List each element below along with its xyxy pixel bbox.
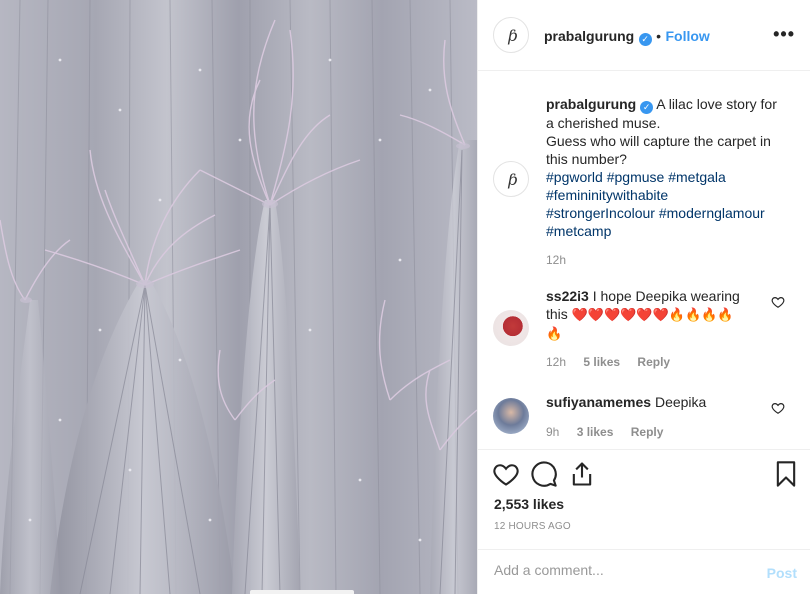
post-header: ƥ prabalgurung ✓ • Follow ••• <box>478 0 810 71</box>
comment-meta: 9h 3 likes Reply <box>546 425 663 439</box>
caption-text: Guess who will capture the carpet in <box>546 133 771 149</box>
comment-meta: 12h 5 likes Reply <box>546 355 670 369</box>
heart-icon[interactable] <box>492 460 520 488</box>
comment-like-heart-icon[interactable] <box>771 295 785 309</box>
caption-text: a cherished muse. <box>546 115 661 131</box>
comment-composer: Post <box>478 549 810 594</box>
tulle-gown-photo <box>0 0 477 594</box>
post-image[interactable] <box>0 0 477 594</box>
header-separator: • <box>656 28 662 44</box>
caption-time[interactable]: 12h <box>546 253 566 267</box>
pg-logo-icon: ƥ <box>507 169 517 189</box>
author-avatar[interactable]: ƥ <box>493 17 529 53</box>
comment-time[interactable]: 9h <box>546 425 559 439</box>
comment-text: I hope Deepika wearing <box>592 288 740 304</box>
hashtag-link[interactable]: #pgmuse <box>607 169 665 185</box>
add-comment-input[interactable] <box>494 562 744 578</box>
reply-button[interactable]: Reply <box>631 425 664 439</box>
comment-username[interactable]: sufiyanamemes <box>546 394 651 410</box>
comment-time[interactable]: 12h <box>546 355 566 369</box>
comment-icon[interactable] <box>530 460 558 488</box>
header-username[interactable]: prabalgurung <box>544 28 634 44</box>
hashtag-link[interactable]: #metgala <box>668 169 726 185</box>
share-icon[interactable] <box>568 460 596 488</box>
caption-avatar[interactable]: ƥ <box>493 161 529 197</box>
post-comment-button[interactable]: Post <box>767 565 797 581</box>
caption-text: this number? <box>546 151 627 167</box>
comment-text: this <box>546 306 568 322</box>
hashtag-link[interactable]: #femininitywithabite <box>546 187 668 203</box>
verified-badge-icon: ✓ <box>638 33 652 46</box>
posted-time[interactable]: 12 HOURS AGO <box>494 521 571 532</box>
comment-likes[interactable]: 5 likes <box>583 355 620 369</box>
caption: prabalgurung ✓ A lilac love story for a … <box>546 95 794 240</box>
instagram-post: ƥ prabalgurung ✓ • Follow ••• ƥ prabalgu… <box>0 0 810 594</box>
reply-button[interactable]: Reply <box>637 355 670 369</box>
comment-username[interactable]: ss22i3 <box>546 288 589 304</box>
likes-count[interactable]: 2,553 likes <box>494 496 564 512</box>
comment-item: sufiyanamemes Deepika <box>546 393 761 411</box>
comment-like-heart-icon[interactable] <box>771 401 785 415</box>
image-bottom-edge <box>250 590 354 594</box>
comment-text: Deepika <box>654 394 707 410</box>
hashtag-link[interactable]: #pgworld <box>546 169 603 185</box>
hashtag-link[interactable]: #metcamp <box>546 223 611 239</box>
header-user-line: prabalgurung ✓ • Follow <box>544 28 710 46</box>
commenter-avatar[interactable] <box>493 398 529 434</box>
hashtag-link[interactable]: #modernglamour <box>659 205 765 221</box>
comment-emoji: 🔥 <box>546 326 563 341</box>
pg-logo-icon: ƥ <box>507 25 517 45</box>
comment-likes[interactable]: 3 likes <box>577 425 614 439</box>
comment-emoji: ❤️❤️❤️❤️❤️❤️🔥🔥🔥🔥 <box>571 307 734 322</box>
commenter-avatar[interactable] <box>493 310 529 346</box>
comment-item: ss22i3 I hope Deepika wearing this ❤️❤️❤… <box>546 287 761 343</box>
verified-badge-icon: ✓ <box>640 101 654 114</box>
caption-username[interactable]: prabalgurung <box>546 96 636 112</box>
more-options-icon[interactable]: ••• <box>773 24 795 45</box>
caption-text: A lilac love story for <box>656 96 777 112</box>
follow-button[interactable]: Follow <box>666 28 710 44</box>
hashtag-link[interactable]: #strongerIncolour <box>546 205 655 221</box>
bookmark-icon[interactable] <box>772 460 800 488</box>
post-side-panel: ƥ prabalgurung ✓ • Follow ••• ƥ prabalgu… <box>477 0 810 594</box>
